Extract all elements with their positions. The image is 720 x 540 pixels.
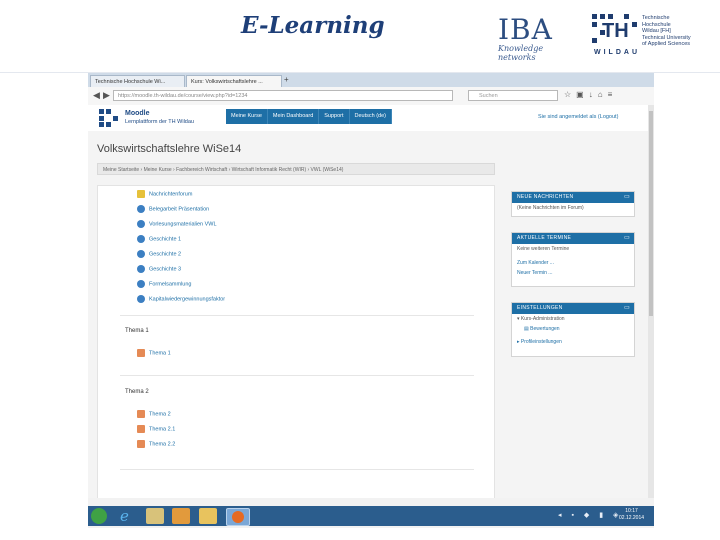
- events-block: AKTUELLE TERMINE ▭ Keine weiteren Termine…: [511, 232, 635, 287]
- pdf-icon: [137, 410, 145, 418]
- menu-dashboard[interactable]: Mein Dashboard: [268, 109, 320, 124]
- breadcrumb[interactable]: Meine Startseite › Meine Kurse › Fachber…: [97, 163, 495, 175]
- activity-pdf[interactable]: Thema 2.2: [137, 440, 175, 448]
- scrollbar-thumb[interactable]: [649, 111, 653, 316]
- block-header[interactable]: EINSTELLUNGEN ▭: [512, 303, 634, 314]
- web-page: Moodle Lernplattform der TH Wildau Meine…: [88, 105, 648, 498]
- folder-icon[interactable]: [199, 508, 217, 524]
- section-divider: [120, 315, 474, 316]
- block-text: Keine weiteren Termine: [517, 246, 570, 252]
- link-icon: [137, 235, 145, 243]
- new-tab-icon[interactable]: +: [284, 75, 289, 84]
- download-icon[interactable]: ↓: [589, 90, 598, 99]
- settings-block: EINSTELLUNGEN ▭ ▾ Kurs-Administration ▤ B…: [511, 302, 635, 357]
- page-scrollbar[interactable]: [648, 105, 654, 498]
- activity-pdf[interactable]: Thema 1: [137, 349, 171, 357]
- activity-link[interactable]: Geschichte 1: [137, 235, 181, 243]
- block-header[interactable]: NEUE NACHRICHTEN ▭: [512, 192, 634, 203]
- collapse-icon[interactable]: ▭: [624, 303, 630, 314]
- url-bar: ◀ ▶ https://moodle.th-wildau.de/course/v…: [88, 87, 654, 106]
- system-tray-icons[interactable]: ◂ ▪ ◆ ▮ ◈: [558, 511, 622, 519]
- th-wildau-logo: TH Technische Hochschule Wildau [FH] Tec…: [592, 14, 692, 58]
- menu-icon[interactable]: ≡: [608, 90, 618, 99]
- news-block: NEUE NACHRICHTEN ▭ (Keine Nachrichten im …: [511, 191, 635, 217]
- slide-title: E-Learning: [241, 12, 385, 39]
- link-icon: [137, 265, 145, 273]
- moodle-header: Moodle Lernplattform der TH Wildau Meine…: [88, 105, 648, 131]
- grades-item[interactable]: ▤ Bewertungen: [512, 324, 634, 334]
- home-icon[interactable]: ⌂: [598, 90, 608, 99]
- link-icon: [137, 280, 145, 288]
- menu-language[interactable]: Deutsch (de): [350, 109, 393, 124]
- link-icon: [137, 220, 145, 228]
- collapse-icon[interactable]: ▭: [624, 192, 630, 203]
- moodle-brand[interactable]: Moodle: [125, 110, 150, 117]
- firefox-icon[interactable]: [226, 508, 250, 526]
- profile-settings-item[interactable]: ▸ Profileinstellungen: [512, 337, 634, 347]
- calendar-link[interactable]: Zum Kalender ...: [512, 258, 634, 268]
- user-login-link[interactable]: Sie sind angemeldet als (Logout): [538, 114, 618, 120]
- course-admin-item[interactable]: ▾ Kurs-Administration: [512, 314, 634, 324]
- block-header[interactable]: AKTUELLE TERMINE ▭: [512, 233, 634, 244]
- section-divider: [120, 469, 474, 470]
- th-logo-wildau: WILDAU: [594, 49, 640, 56]
- block-text: (Keine Nachrichten im Forum): [517, 205, 584, 211]
- section-title: Thema 2: [125, 389, 149, 395]
- explorer-icon[interactable]: [146, 508, 164, 524]
- menu-support[interactable]: Support: [319, 109, 350, 124]
- moodle-logo-icon[interactable]: [99, 109, 119, 127]
- internet-explorer-icon[interactable]: e: [120, 507, 129, 525]
- collapse-icon[interactable]: ▭: [624, 233, 630, 244]
- new-event-link[interactable]: Neuer Termin ...: [512, 268, 634, 278]
- pdf-icon: [137, 349, 145, 357]
- windows-taskbar: e ◂ ▪ ◆ ▮ ◈ 10:17 02.12.2014: [88, 506, 654, 526]
- address-input[interactable]: https://moodle.th-wildau.de/course/view.…: [113, 90, 453, 101]
- main-menu: Meine Kurse Mein Dashboard Support Deutsch …: [226, 109, 393, 124]
- link-icon: [137, 295, 145, 303]
- link-icon: [137, 250, 145, 258]
- link-icon: [137, 205, 145, 213]
- tab-bar: Technische Hochschule Wi... Kurs: Volksw…: [88, 73, 654, 87]
- back-icon[interactable]: ◀: [93, 90, 100, 101]
- activity-link[interactable]: Geschichte 2: [137, 250, 181, 258]
- section-divider: [120, 375, 474, 376]
- activity-pdf[interactable]: Thema 2.1: [137, 425, 175, 433]
- th-logo-text: Technische Hochschule Wildau [FH] Techni…: [642, 15, 691, 47]
- activity-link[interactable]: Geschichte 3: [137, 265, 181, 273]
- moodle-brand-subtitle[interactable]: Lernplattform der TH Wildau: [125, 119, 194, 125]
- toolbar-icons[interactable]: ☆▣↓⌂≡: [564, 90, 617, 99]
- activity-link[interactable]: Vorlesungsmaterialien VWL: [137, 220, 217, 228]
- bookmark-icon[interactable]: ▣: [576, 90, 589, 99]
- pdf-icon: [137, 425, 145, 433]
- activity-link[interactable]: Belegarbeit Präsentation: [137, 205, 209, 213]
- search-input[interactable]: Suchen: [468, 90, 558, 101]
- browser-tab-2[interactable]: Kurs: Volkswirtschaftslehre ...: [186, 75, 282, 87]
- pdf-icon: [137, 440, 145, 448]
- activity-link[interactable]: Kapitalwiedergewinnungsfaktor: [137, 295, 225, 303]
- iba-logo-name: IBA: [498, 13, 553, 46]
- th-mark: TH: [602, 20, 629, 42]
- forward-icon[interactable]: ▶: [103, 90, 110, 101]
- course-title: Volkswirtschaftslehre WiSe14: [97, 143, 242, 155]
- section-title: Thema 1: [125, 328, 149, 334]
- activity-forum[interactable]: Nachrichtenforum: [137, 190, 192, 198]
- browser-tab-1[interactable]: Technische Hochschule Wi...: [90, 75, 185, 87]
- browser-window: Technische Hochschule Wi... Kurs: Volksw…: [88, 73, 654, 528]
- activity-pdf[interactable]: Thema 2: [137, 410, 171, 418]
- media-player-icon[interactable]: [172, 508, 190, 524]
- forum-icon: [137, 190, 145, 198]
- menu-my-courses[interactable]: Meine Kurse: [226, 109, 268, 124]
- start-button-icon[interactable]: [91, 508, 107, 524]
- activity-link[interactable]: Formelsammlung: [137, 280, 191, 288]
- iba-logo-tagline: Knowledge networks: [498, 44, 544, 62]
- star-icon[interactable]: ☆: [564, 90, 576, 99]
- iba-logo: IBA Knowledge networks: [498, 13, 580, 63]
- course-content: Nachrichtenforum Belegarbeit Präsentatio…: [97, 185, 495, 498]
- taskbar-clock[interactable]: 10:17 02.12.2014: [619, 508, 644, 522]
